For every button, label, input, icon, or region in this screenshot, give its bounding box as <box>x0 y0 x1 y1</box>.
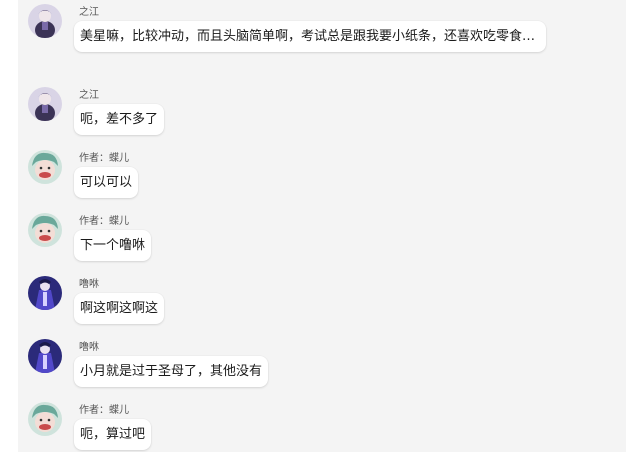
sender-name: 作者：蝶儿 <box>79 216 129 227</box>
green-haired-face-avatar-icon <box>28 402 62 436</box>
avatar[interactable] <box>28 213 62 247</box>
avatar[interactable] <box>28 87 62 121</box>
message-bubble[interactable]: 可以可以 <box>74 167 139 198</box>
message-bubble[interactable]: 小月就是过于圣母了，其他没有 <box>74 356 269 387</box>
avatar[interactable] <box>28 276 62 310</box>
sender-name: 作者：蝶儿 <box>79 405 129 416</box>
avatar[interactable] <box>28 339 62 373</box>
purple-knight-avatar-icon <box>28 87 62 121</box>
blue-robe-figure-avatar-icon <box>28 276 62 310</box>
sender-name: 噜咻 <box>79 342 99 353</box>
message-bubble[interactable]: 美星嘛，比较冲动，而且头脑简单啊，考试总是跟我要小纸条，还喜欢吃零食… <box>74 21 546 52</box>
sender-name: 作者：蝶儿 <box>79 153 129 164</box>
avatar[interactable] <box>28 4 62 38</box>
sender-name: 之江 <box>79 90 99 101</box>
avatar[interactable] <box>28 402 62 436</box>
purple-knight-avatar-icon <box>28 4 62 38</box>
message-bubble[interactable]: 呃，差不多了 <box>74 104 165 135</box>
chat-panel[interactable]: 之江 美星嘛，比较冲动，而且头脑简单啊，考试总是跟我要小纸条，还喜欢吃零食… 之… <box>18 0 626 452</box>
message-bubble[interactable]: 呃，算过吧 <box>74 419 152 450</box>
message-bubble[interactable]: 啊这啊这啊这 <box>74 293 165 324</box>
sender-name: 之江 <box>79 7 99 18</box>
blue-robe-figure-avatar-icon <box>28 339 62 373</box>
avatar[interactable] <box>28 150 62 184</box>
message-bubble[interactable]: 下一个噜咻 <box>74 230 152 261</box>
sender-name: 噜咻 <box>79 279 99 290</box>
green-haired-face-avatar-icon <box>28 213 62 247</box>
green-haired-face-avatar-icon <box>28 150 62 184</box>
